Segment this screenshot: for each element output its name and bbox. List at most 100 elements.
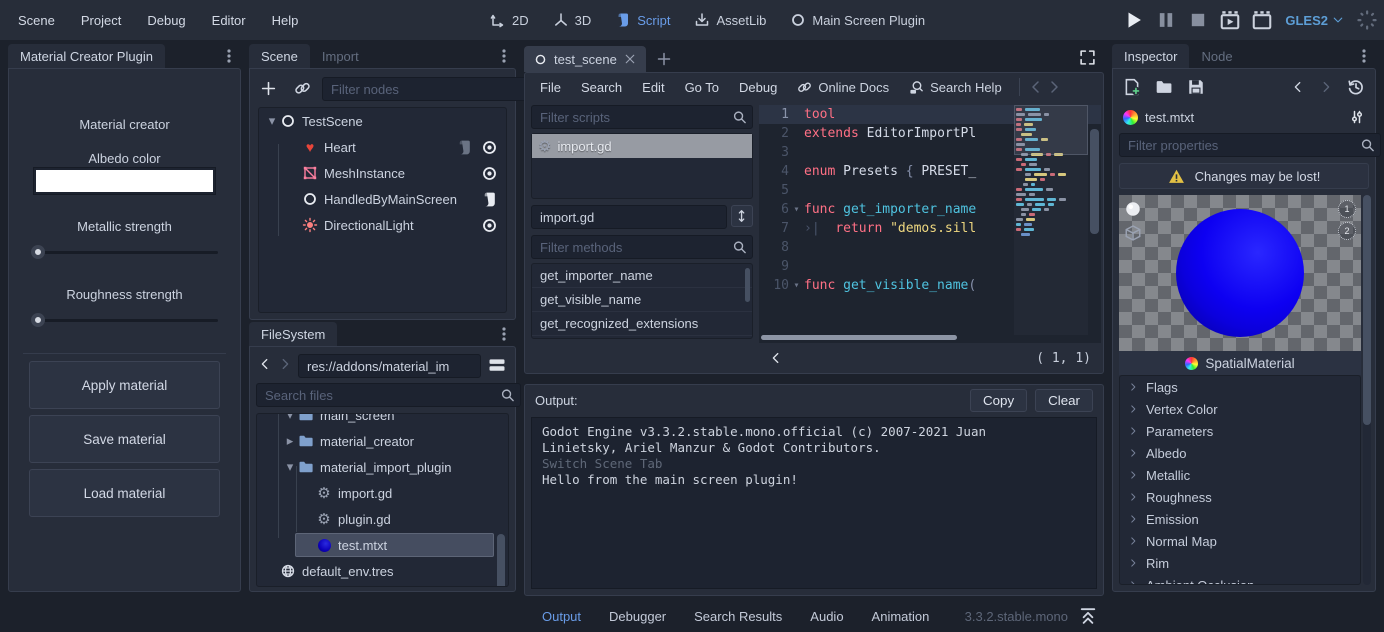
filter-scripts-input[interactable] — [531, 105, 753, 129]
scene-node-meshinstance[interactable]: MeshInstance — [259, 160, 506, 186]
slider-handle[interactable] — [31, 313, 45, 327]
play-scene-button[interactable] — [1219, 9, 1241, 31]
scene-node-heart[interactable]: ♥Heart — [259, 134, 506, 160]
slider-track[interactable] — [31, 251, 218, 254]
slider-handle[interactable] — [31, 245, 45, 259]
tab-material-creator-plugin[interactable]: Material Creator Plugin — [8, 44, 165, 68]
roughness-slider[interactable] — [31, 313, 218, 327]
fs-scrollbar[interactable] — [497, 534, 505, 587]
tree-expand-icon[interactable]: ▾ — [283, 413, 297, 423]
minimap-viewport[interactable] — [1014, 105, 1088, 155]
pause-button[interactable] — [1155, 9, 1177, 31]
method-get_visible_name[interactable]: get_visible_name — [532, 288, 752, 312]
workspace-script[interactable]: Script — [607, 8, 678, 32]
property-group-ambient-occlusion[interactable]: Ambient Occlusion — [1120, 574, 1360, 585]
workspace-2d[interactable]: 2D — [482, 8, 537, 32]
script-menu-debug[interactable]: Debug — [730, 77, 786, 98]
search-help-button[interactable]: Search Help — [900, 77, 1011, 98]
tree-expand-icon[interactable]: ▸ — [283, 433, 297, 449]
workspace-assetlib[interactable]: AssetLib — [686, 8, 774, 32]
fs-back-button[interactable] — [258, 357, 272, 371]
history-forward-icon[interactable] — [1319, 80, 1333, 94]
script-history-forward[interactable] — [1046, 79, 1062, 95]
script-menu-go-to[interactable]: Go To — [676, 77, 728, 98]
scene-node-handledbymainscreen[interactable]: HandledByMainScreen — [259, 186, 506, 212]
fs-item-main_screen[interactable]: ▾main_screen — [257, 413, 508, 428]
bottom-tab-search-results[interactable]: Search Results — [682, 605, 794, 628]
menu-debug[interactable]: Debug — [137, 9, 195, 32]
menu-help[interactable]: Help — [262, 9, 309, 32]
bottom-tab-animation[interactable]: Animation — [860, 605, 942, 628]
method-get_recognized_extensions[interactable]: get_recognized_extensions — [532, 312, 752, 336]
menu-project[interactable]: Project — [71, 9, 131, 32]
fs-item-default_env-tres[interactable]: default_env.tres — [257, 558, 508, 584]
visibility-eye-icon[interactable] — [481, 217, 498, 234]
collapse-panel-icon[interactable] — [1078, 606, 1098, 626]
property-group-vertex-color[interactable]: Vertex Color — [1120, 398, 1360, 420]
tree-expand-icon[interactable]: ▾ — [283, 459, 297, 475]
preview-sphere-toggle[interactable] — [1124, 200, 1142, 218]
search-files-input[interactable] — [256, 383, 521, 407]
renderer-select[interactable]: GLES2 — [1283, 13, 1346, 28]
property-group-emission[interactable]: Emission — [1120, 508, 1360, 530]
fs-path-breadcrumb[interactable]: res://addons/material_im — [298, 354, 481, 378]
fs-item-material_creator[interactable]: ▸material_creator — [257, 428, 508, 454]
tab-filesystem[interactable]: FileSystem — [249, 322, 337, 346]
bottom-tab-audio[interactable]: Audio — [798, 605, 855, 628]
fold-arrow-icon[interactable]: ▾ — [789, 204, 804, 215]
fs-item-import-gd[interactable]: ⚙import.gd — [257, 480, 508, 506]
inspector-scrollbar[interactable] — [1363, 195, 1371, 585]
scene-node-directionallight[interactable]: DirectionalLight — [259, 212, 506, 238]
fold-arrow-icon[interactable]: ▾ — [789, 280, 804, 291]
filter-methods-input[interactable] — [531, 235, 753, 259]
dock-menu-icon[interactable] — [1356, 48, 1372, 64]
new-resource-icon[interactable] — [1123, 78, 1141, 96]
save-resource-icon[interactable] — [1187, 78, 1205, 96]
script-menu-search[interactable]: Search — [572, 77, 631, 98]
apply-material-button[interactable]: Apply material — [29, 361, 220, 409]
code-editor[interactable]: 1tool2extends EditorImportPl34enum Prese… — [759, 105, 1101, 343]
property-group-rim[interactable]: Rim — [1120, 552, 1360, 574]
method-get_importer_name[interactable]: get_importer_name — [532, 264, 752, 288]
workspace-main-screen-plugin[interactable]: Main Screen Plugin — [782, 8, 933, 32]
scene-node-testscene[interactable]: ▾TestScene — [259, 108, 506, 134]
code-vscrollbar[interactable] — [1090, 107, 1099, 333]
preview-light-2-toggle[interactable]: 2 — [1338, 222, 1356, 240]
tab-import[interactable]: Import — [310, 44, 371, 68]
play-button[interactable] — [1123, 9, 1145, 31]
tab-scene[interactable]: Scene — [249, 44, 310, 68]
dock-menu-icon[interactable] — [496, 48, 512, 64]
dock-menu-icon[interactable] — [221, 48, 237, 64]
code-hscrollbar[interactable] — [761, 335, 1077, 341]
dock-menu-icon[interactable] — [496, 326, 512, 342]
hide-scripts-panel-icon[interactable] — [769, 351, 783, 365]
bottom-tab-debugger[interactable]: Debugger — [597, 605, 678, 628]
copy-button[interactable]: Copy — [970, 389, 1027, 412]
visibility-eye-icon[interactable] — [481, 165, 498, 182]
method-scrollbar[interactable] — [745, 268, 750, 302]
script-menu-edit[interactable]: Edit — [633, 77, 673, 98]
albedo-color-picker[interactable] — [33, 167, 216, 195]
albedo-color-swatch[interactable] — [36, 170, 213, 192]
menu-scene[interactable]: Scene — [8, 9, 65, 32]
clear-button[interactable]: Clear — [1035, 389, 1093, 412]
menu-editor[interactable]: Editor — [202, 9, 256, 32]
online-docs-button[interactable]: Online Docs — [788, 77, 898, 98]
script-menu-file[interactable]: File — [531, 77, 570, 98]
visibility-eye-icon[interactable] — [481, 139, 498, 156]
edit-history-icon[interactable] — [1347, 78, 1365, 96]
fs-item-plugin-gd[interactable]: ⚙plugin.gd — [257, 506, 508, 532]
property-group-albedo[interactable]: Albedo — [1120, 442, 1360, 464]
property-group-parameters[interactable]: Parameters — [1120, 420, 1360, 442]
stop-button[interactable] — [1187, 9, 1209, 31]
preview-light-1-toggle[interactable]: 1 — [1338, 200, 1356, 218]
code-minimap[interactable] — [1014, 105, 1088, 335]
save-material-button[interactable]: Save material — [29, 415, 220, 463]
script-list-item-import-gd[interactable]: ⚙import.gd — [532, 134, 752, 158]
scene-tree[interactable]: ▾TestScene♥HeartMeshInstanceHandledByMai… — [258, 107, 507, 313]
filter-properties-input[interactable] — [1119, 133, 1381, 157]
property-group-roughness[interactable]: Roughness — [1120, 486, 1360, 508]
script-history-back[interactable] — [1028, 79, 1044, 95]
tab-inspector[interactable]: Inspector — [1112, 44, 1189, 68]
metallic-slider[interactable] — [31, 245, 218, 259]
